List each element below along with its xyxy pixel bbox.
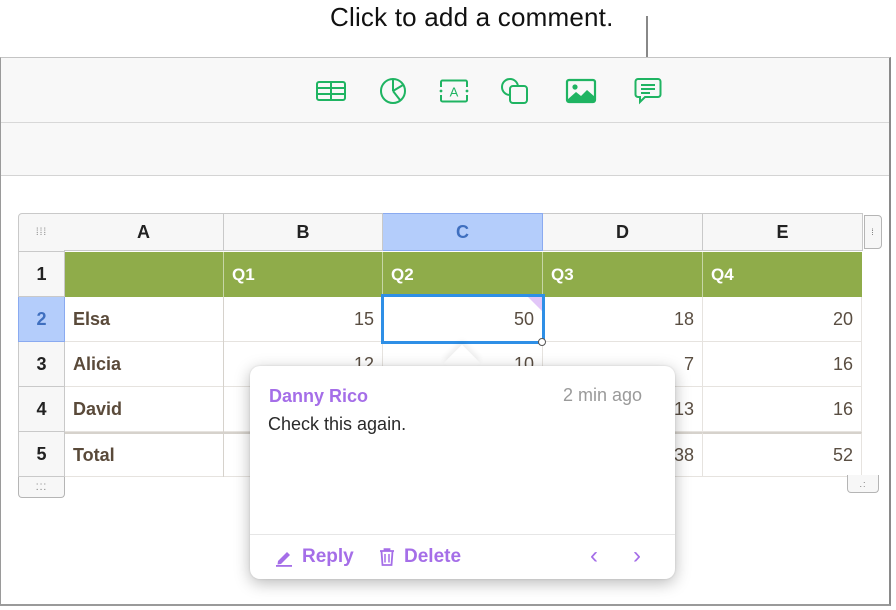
header-column-divider [223, 297, 224, 477]
comment-author: Danny Rico [269, 386, 369, 406]
table-cell-a5[interactable]: Total [65, 432, 224, 477]
image-icon [565, 78, 597, 104]
text-box-button[interactable]: A [437, 76, 471, 106]
column-header-a[interactable]: A [64, 213, 224, 251]
row-number-2[interactable]: 2 [18, 297, 65, 342]
table-cell-b2[interactable]: 15 [224, 297, 383, 342]
row-number-1[interactable]: 1 [18, 252, 65, 297]
popover-divider [250, 534, 675, 535]
row-number-4[interactable]: 4 [18, 387, 65, 432]
reply-button[interactable]: Reply [274, 546, 354, 568]
comment-indicator-icon[interactable] [528, 297, 542, 311]
shape-icon [501, 78, 528, 104]
toolbar: A [1, 58, 889, 123]
next-comment-button[interactable]: › [633, 542, 641, 570]
row-number-3[interactable]: 3 [18, 342, 65, 387]
table-icon [316, 81, 346, 101]
cell-resize-handle[interactable] [538, 338, 546, 346]
table-cell-a4[interactable]: David [65, 387, 224, 432]
callout-text: Click to add a comment. [330, 2, 614, 32]
comment-text[interactable]: Check this again. [268, 414, 406, 435]
chart-icon [380, 78, 406, 104]
svg-text:A: A [450, 85, 459, 100]
comment-timestamp: 2 min ago [562, 385, 642, 405]
delete-button[interactable]: Delete [378, 546, 461, 568]
chevron-right-icon: › [633, 542, 641, 569]
table-button[interactable] [314, 76, 348, 106]
comment-popover: Danny Rico 2 min ago Check this again. R… [250, 366, 675, 579]
table-cell-e2[interactable]: 20 [703, 297, 862, 342]
table-cell-a3[interactable]: Alicia [65, 342, 224, 387]
table-cell-e3[interactable]: 16 [703, 342, 862, 387]
table-cell-d2[interactable]: 18 [543, 297, 703, 342]
text-box-icon: A [439, 79, 469, 103]
table-resize-handle[interactable]: .: [847, 475, 879, 493]
chevron-left-icon: ‹ [590, 542, 598, 569]
table-cell-a2[interactable]: Elsa [65, 297, 224, 342]
media-button[interactable] [564, 76, 598, 106]
delete-label: Delete [404, 546, 462, 567]
add-column-handle[interactable]: ⁞ [864, 215, 882, 249]
column-header-b[interactable]: B [224, 213, 383, 251]
previous-comment-button[interactable]: ‹ [590, 542, 598, 570]
table-cell-d1[interactable]: Q3 [543, 252, 703, 297]
column-header-e[interactable]: E [703, 213, 863, 251]
table-cell-a1[interactable] [65, 252, 224, 297]
column-header-c[interactable]: C [383, 213, 543, 251]
format-bar [1, 123, 889, 176]
table-cell-b1[interactable]: Q1 [224, 252, 383, 297]
table-cell-e4[interactable]: 16 [703, 387, 862, 432]
selected-cell-outline [381, 294, 545, 344]
comment-icon [634, 78, 662, 105]
shape-button[interactable] [498, 76, 532, 106]
chart-button[interactable] [376, 76, 410, 106]
pencil-icon [276, 552, 292, 567]
row-number-5[interactable]: 5 [18, 432, 65, 477]
table-select-handle[interactable]: ⁞⁞⁞ [18, 213, 65, 252]
table-cell-c1[interactable]: Q2 [383, 252, 543, 297]
add-row-handle[interactable]: ⁚⁚⁚ [18, 477, 65, 498]
trash-icon [380, 548, 394, 566]
table-cell-e5[interactable]: 52 [703, 432, 862, 477]
table-cell-e1[interactable]: Q4 [703, 252, 862, 297]
comment-button[interactable] [631, 76, 665, 106]
reply-label: Reply [302, 546, 354, 567]
column-header-d[interactable]: D [543, 213, 703, 251]
